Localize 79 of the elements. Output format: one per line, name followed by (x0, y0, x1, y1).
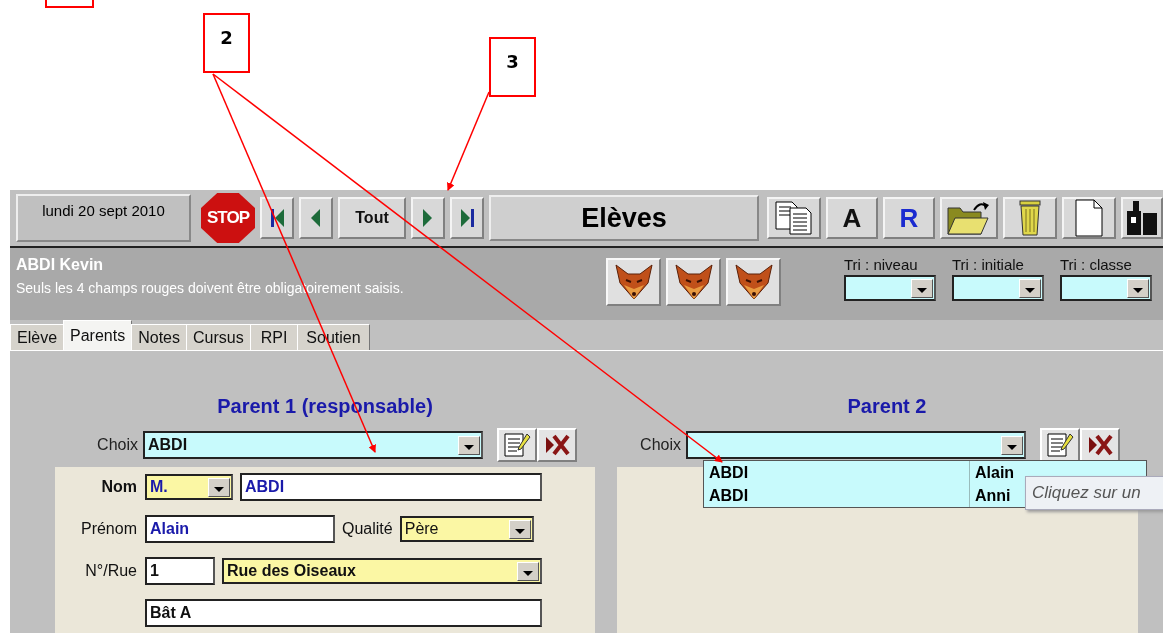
field-label: Qualité (342, 520, 393, 538)
edit-icon (503, 432, 531, 458)
select-field[interactable]: M. (145, 474, 233, 500)
fox-button[interactable] (726, 258, 781, 306)
tab[interactable]: Notes (131, 324, 187, 350)
sort-label: Tri : niveau (844, 256, 918, 273)
fox-icon (613, 263, 654, 301)
caret-icon (214, 486, 224, 492)
student-name: ABDI Kevin (16, 256, 105, 274)
select-field[interactable]: Rue des Oiseaux (222, 558, 542, 584)
field-label: Nom (100, 478, 137, 496)
caret-icon (1133, 287, 1143, 293)
delete-icon (544, 433, 570, 457)
page-icon (1074, 199, 1104, 237)
first-button[interactable] (260, 197, 294, 239)
sort-label: Tri : initiale (952, 256, 1024, 273)
input-field[interactable]: 1 (145, 557, 215, 585)
first-icon (270, 209, 284, 227)
tab[interactable]: Elève (10, 324, 65, 350)
input-field[interactable]: Alain (145, 515, 335, 543)
input-field[interactable]: Bât A (145, 599, 542, 627)
field-label: Prénom (79, 520, 137, 538)
sort-dropdown[interactable] (952, 275, 1044, 301)
binoculars-icon (1127, 199, 1157, 237)
module-title: Elèves (489, 195, 759, 241)
caret-icon (514, 528, 525, 534)
edit-button[interactable] (497, 428, 537, 462)
caret-icon (1025, 287, 1035, 293)
caret-icon (523, 570, 533, 576)
copy-button[interactable] (767, 197, 821, 239)
edit-button[interactable] (1040, 428, 1080, 462)
stop-button[interactable]: STOP (201, 193, 255, 243)
caret-icon (1007, 444, 1017, 450)
page-button[interactable] (1062, 197, 1116, 239)
list-cell-text: ABDI (708, 463, 750, 483)
section-heading: Parent 2 (846, 395, 928, 418)
folder-icon (946, 200, 992, 236)
next-icon (421, 209, 435, 227)
letter-button[interactable]: R (883, 197, 935, 239)
previous-icon (309, 209, 323, 227)
tab[interactable]: Parents (63, 320, 133, 350)
input-field[interactable]: ABDI (240, 473, 542, 501)
field-label: Choix (96, 436, 138, 454)
next-button[interactable] (411, 197, 445, 239)
caret-icon (464, 444, 474, 450)
date-display: lundi 20 sept 2010 (16, 194, 191, 242)
delete-button[interactable] (537, 428, 577, 462)
delete-button[interactable] (1080, 428, 1120, 462)
last-icon (460, 209, 474, 227)
select-field[interactable]: Père (399, 516, 534, 542)
sort-label: Tri : classe (1060, 256, 1132, 273)
sort-dropdown[interactable] (844, 275, 936, 301)
list-cell-text: ABDI (708, 486, 750, 506)
caret-icon (917, 287, 927, 293)
tab[interactable]: RPI (249, 324, 299, 350)
copy-icon (774, 201, 814, 235)
binoculars-button[interactable] (1121, 197, 1163, 239)
choice-dropdown[interactable] (686, 431, 1026, 459)
last-button[interactable] (450, 197, 484, 239)
tooltip: Cliquez sur un (1025, 476, 1163, 510)
fox-icon (733, 263, 774, 301)
fox-button[interactable] (606, 258, 661, 306)
delete-icon (1087, 433, 1113, 457)
fox-icon (673, 263, 714, 301)
trash-icon (1017, 199, 1043, 237)
field-label: N°/Rue (84, 562, 137, 580)
sort-dropdown[interactable] (1060, 275, 1152, 301)
trash-button[interactable] (1003, 197, 1057, 239)
fox-button[interactable] (666, 258, 721, 306)
show-all-button[interactable]: Tout (338, 197, 406, 239)
previous-button[interactable] (299, 197, 333, 239)
field-label: Choix (639, 436, 681, 454)
letter-button[interactable]: A (826, 197, 878, 239)
callout-label: 3 (489, 37, 536, 97)
edit-icon (1046, 432, 1074, 458)
callout-label: 2 (203, 13, 250, 73)
tab[interactable]: Cursus (185, 324, 251, 350)
choice-dropdown[interactable]: ABDI (143, 431, 483, 459)
folder-button[interactable] (940, 197, 998, 239)
